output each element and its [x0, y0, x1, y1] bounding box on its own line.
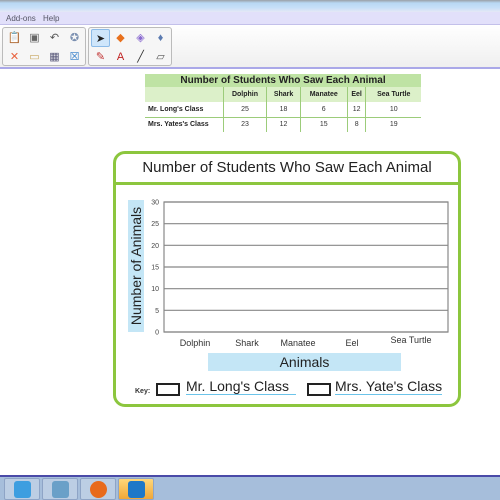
paste-icon[interactable]: 📋	[5, 29, 24, 47]
select-arrow-icon[interactable]: ➤	[91, 29, 110, 47]
x-tick-label: Shark	[235, 338, 259, 348]
taskbar-button[interactable]	[118, 478, 154, 500]
table-header: Shark	[266, 87, 301, 102]
table-cell: 8	[346, 117, 366, 132]
x-tick-label: Eel	[345, 338, 358, 348]
menu-help[interactable]: Help	[43, 14, 59, 23]
taskbar	[0, 475, 500, 500]
y-tick-label: 10	[151, 286, 159, 293]
table-row: Mr. Long's Class 25 18 6 12 10	[145, 102, 421, 118]
fill-icon[interactable]: ♦	[151, 29, 170, 47]
chart-plot: 0 5 10 15 20 25 30 Dolphin Shark Manatee Eel Sea Tu…	[151, 200, 449, 348]
taskbar-button[interactable]	[4, 478, 40, 500]
table-cell: 18	[266, 102, 301, 118]
y-tick-label: 5	[155, 308, 159, 315]
line-icon[interactable]: ╱	[131, 48, 150, 66]
y-tick-label: 25	[151, 221, 159, 228]
table-header: Dolphin	[222, 87, 267, 102]
undo-icon[interactable]: ↶	[45, 29, 64, 47]
y-tick-label: 15	[151, 265, 159, 272]
table-header-row: Dolphin Shark Manatee Eel Sea Turtle	[145, 87, 421, 102]
toolbar-group-edit: 📋 ▣ ↶ ✪ ✕ ▭ ▦ ☒	[2, 27, 86, 66]
screenshot-icon[interactable]: ▣	[25, 29, 44, 47]
row-label: Mrs. Yates's Class	[148, 121, 209, 129]
window-titlebar	[0, 0, 500, 12]
delete-icon[interactable]: ✕	[5, 48, 24, 66]
notebook-app-icon	[14, 481, 31, 498]
table-icon[interactable]: ▦	[45, 48, 64, 66]
x-tick-label: Sea Turtle	[390, 335, 431, 345]
community-app-icon	[128, 481, 145, 498]
row-label: Mr. Long's Class	[145, 102, 223, 118]
table-title: Number of Students Who Saw Each Animal	[145, 74, 421, 87]
table-header: Sea Turtle	[365, 87, 421, 102]
firefox-icon	[90, 481, 107, 498]
table-header: Manatee	[299, 87, 348, 102]
y-tick-label: 20	[151, 243, 159, 250]
data-table: Number of Students Who Saw Each Animal D…	[145, 74, 421, 132]
table-cell: 25	[222, 102, 267, 118]
shapes-icon[interactable]: ◆	[111, 29, 130, 47]
taskbar-button[interactable]	[80, 478, 116, 500]
table-header-blank	[145, 87, 223, 102]
legend-key-label: Key:	[135, 388, 151, 395]
table-cell: 19	[365, 117, 421, 132]
legend-label-long: Mr. Long's Class	[186, 378, 296, 395]
close-box-icon[interactable]: ☒	[65, 48, 84, 66]
table-cell: 15	[299, 117, 348, 132]
legend-swatch-long	[156, 383, 180, 396]
table-cell: 12	[266, 117, 301, 132]
x-tick-label: Dolphin	[180, 338, 211, 348]
menubar: Add-ons Help	[0, 12, 500, 25]
magic-icon[interactable]: ✪	[65, 29, 84, 47]
x-tick-label: Manatee	[280, 338, 315, 348]
document-camera-icon	[52, 481, 69, 498]
table-header: Eel	[346, 87, 366, 102]
y-tick-label: 0	[155, 330, 159, 337]
legend-swatch-yates	[307, 383, 331, 396]
table-cell: 10	[365, 102, 421, 118]
table-cell: 6	[299, 102, 348, 118]
menu-add-ons[interactable]: Add-ons	[6, 14, 36, 23]
x-axis-label: Animals	[208, 353, 401, 371]
pens-icon[interactable]: ✎	[91, 48, 110, 66]
text-icon[interactable]: A	[111, 48, 130, 66]
table-row: Mrs. Yates's Class 23 12 15 8 19	[145, 117, 421, 132]
bar-graph-card: Number of Students Who Saw Each Animal N…	[113, 151, 461, 407]
table-cell: 12	[346, 102, 366, 118]
taskbar-button[interactable]	[42, 478, 78, 500]
legend-label-yates: Mrs. Yate's Class	[335, 378, 443, 395]
y-tick-label: 30	[151, 200, 159, 207]
table-cell: 23	[222, 117, 267, 132]
eraser-icon[interactable]: ◈	[131, 29, 150, 47]
screen-shade-icon[interactable]: ▭	[25, 48, 44, 66]
toolbar-group-tools: ➤ ◆ ◈ ♦ ✎ A ╱ ▱	[88, 27, 172, 66]
toolbar: 📋 ▣ ↶ ✪ ✕ ▭ ▦ ☒ ➤ ◆ ◈ ♦ ✎ A ╱ ▱	[0, 25, 500, 69]
eraser-block-icon[interactable]: ▱	[151, 48, 170, 66]
